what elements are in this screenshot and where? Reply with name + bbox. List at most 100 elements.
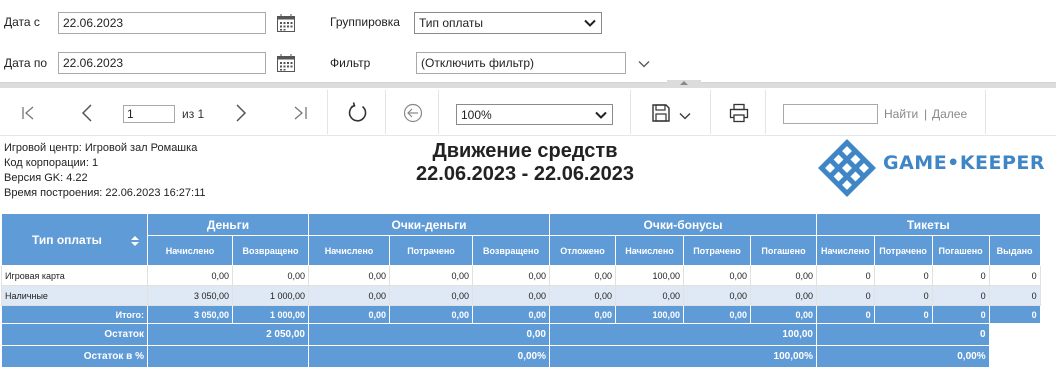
next-page-icon[interactable] bbox=[230, 102, 252, 124]
chevron-down-icon[interactable] bbox=[678, 109, 692, 123]
table-cell: 0,00 bbox=[750, 285, 817, 306]
date-from-input[interactable]: 22.06.2023 bbox=[58, 12, 266, 34]
subheader: Отложено bbox=[549, 235, 616, 266]
total-cell: 100,00 bbox=[615, 305, 684, 324]
subheader: Выдано bbox=[988, 235, 1041, 266]
subheader: Возвращено bbox=[472, 235, 550, 266]
table-cell: 0,00 bbox=[615, 285, 684, 306]
table-cell: 0 bbox=[873, 285, 933, 306]
balance-row: Остаток 2 050,00 0,00 100,00 0 bbox=[1, 323, 1041, 346]
page-number-input[interactable]: 1 bbox=[123, 105, 175, 123]
total-cell: 0 bbox=[988, 305, 1041, 324]
report-toolbar: 1 из 1 100% Найти | Далее bbox=[0, 88, 1056, 136]
prev-page-icon[interactable] bbox=[77, 102, 99, 124]
table-cell: 0 bbox=[816, 265, 875, 286]
game-keeper-logo-icon bbox=[818, 139, 876, 197]
parameters-panel: Дата с 22.06.2023 Дата по 22.06.2023 Гру… bbox=[0, 0, 1056, 83]
toolbar-separator bbox=[385, 90, 386, 134]
total-cell: 0 bbox=[873, 305, 933, 324]
date-to-input[interactable]: 22.06.2023 bbox=[58, 52, 266, 74]
last-page-icon[interactable] bbox=[289, 102, 311, 124]
subheader: Возвращено bbox=[232, 235, 309, 266]
row-name: Игровая карта bbox=[1, 265, 148, 286]
total-cell: 0,00 bbox=[472, 305, 550, 324]
table-cell: 0 bbox=[873, 265, 933, 286]
subheader: Потрачено bbox=[389, 235, 473, 266]
total-cell: 0,00 bbox=[549, 305, 616, 324]
grouping-value: Тип оплаты bbox=[419, 16, 484, 30]
subheader: Начислено bbox=[308, 235, 390, 266]
balance-percent-money bbox=[147, 345, 309, 368]
table-cell: 0,00 bbox=[389, 285, 473, 306]
subheader: Начислено bbox=[615, 235, 684, 266]
report-title: Движение средств bbox=[432, 140, 618, 162]
collapse-tab[interactable] bbox=[667, 80, 701, 88]
total-cell: 1 000,00 bbox=[232, 305, 309, 324]
balance-percent-label: Остаток в % bbox=[1, 345, 148, 368]
balance-tickets: 0 bbox=[816, 323, 990, 346]
table-cell: 0,00 bbox=[472, 265, 550, 286]
table-cell: 0,00 bbox=[147, 265, 233, 286]
table-cell: 0,00 bbox=[549, 285, 616, 306]
find-separator: | bbox=[924, 107, 928, 121]
subheader: Потрачено bbox=[683, 235, 751, 266]
table-cell: 0,00 bbox=[472, 285, 550, 306]
collapse-arrow-icon bbox=[680, 81, 688, 85]
table-cell: 0 bbox=[931, 285, 990, 306]
calendar-icon[interactable] bbox=[276, 53, 296, 73]
subheader: Погашено bbox=[931, 235, 990, 266]
table-cell: 0,00 bbox=[232, 265, 309, 286]
total-cell: 0,00 bbox=[308, 305, 390, 324]
chevron-down-icon bbox=[595, 111, 607, 119]
sort-icon[interactable] bbox=[131, 236, 139, 246]
zoom-value: 100% bbox=[461, 108, 492, 122]
logo-text: GAME•KEEPER bbox=[883, 152, 1046, 174]
balance-points-bonus: 100,00 bbox=[549, 323, 817, 346]
report-date-range: 22.06.2023 - 22.06.2023 bbox=[416, 163, 634, 185]
balance-percent-tickets: 0,00% bbox=[816, 345, 990, 368]
total-cell: 0,00 bbox=[683, 305, 751, 324]
chevron-down-icon bbox=[584, 19, 596, 27]
print-icon[interactable] bbox=[728, 102, 750, 124]
find-input[interactable] bbox=[783, 104, 878, 124]
total-cell: 0,00 bbox=[750, 305, 817, 324]
chevron-down-icon[interactable] bbox=[637, 57, 651, 71]
row-name: Наличные bbox=[1, 285, 148, 306]
back-icon[interactable] bbox=[402, 102, 424, 124]
first-page-icon[interactable] bbox=[18, 102, 40, 124]
toolbar-separator bbox=[327, 90, 328, 134]
blank-cell bbox=[989, 323, 1041, 346]
table-cell: 0,00 bbox=[308, 285, 390, 306]
blank-cell bbox=[989, 345, 1041, 368]
report-table: Тип оплаты Деньги Очки-деньги Очки-бонус… bbox=[1, 213, 1041, 368]
group-header-points-bonus: Очки-бонусы bbox=[549, 213, 817, 236]
group-header-points-money: Очки-деньги bbox=[308, 213, 550, 236]
table-cell: 1 000,00 bbox=[232, 285, 309, 306]
balance-percent-row: Остаток в % 0,00% 100,00% 0,00% bbox=[1, 345, 1041, 368]
table-cell: 100,00 bbox=[615, 265, 684, 286]
grouping-select[interactable]: Тип оплаты bbox=[414, 12, 602, 34]
balance-money: 2 050,00 bbox=[147, 323, 309, 346]
toolbar-separator bbox=[765, 90, 766, 134]
table-cell: 0,00 bbox=[683, 285, 751, 306]
calendar-icon[interactable] bbox=[276, 13, 296, 33]
total-cell: 0,00 bbox=[389, 305, 473, 324]
save-icon[interactable] bbox=[650, 102, 672, 124]
filter-input[interactable]: (Отключить фильтр) bbox=[416, 52, 626, 74]
table-row: Наличные 3 050,00 1 000,00 0,00 0,00 0,0… bbox=[1, 285, 1041, 306]
zoom-select[interactable]: 100% bbox=[456, 104, 613, 125]
column-header-payment-type-label: Тип оплаты bbox=[32, 232, 102, 247]
total-label: Итого: bbox=[1, 305, 148, 324]
total-row: Итого: 3 050,00 1 000,00 0,00 0,00 0,00 … bbox=[1, 305, 1041, 324]
table-cell: 3 050,00 bbox=[147, 285, 233, 306]
total-cell: 0 bbox=[931, 305, 990, 324]
toolbar-separator bbox=[710, 90, 711, 134]
column-header-payment-type[interactable]: Тип оплаты bbox=[1, 213, 148, 266]
refresh-icon[interactable] bbox=[346, 101, 370, 125]
table-cell: 0 bbox=[816, 285, 875, 306]
find-link[interactable]: Найти bbox=[884, 107, 918, 121]
find-next-link[interactable]: Далее bbox=[932, 107, 967, 121]
subheader: Начислено bbox=[147, 235, 233, 266]
total-cell: 0 bbox=[816, 305, 875, 324]
info-game-center: Игровой центр: Игровой зал Ромашка bbox=[4, 142, 198, 154]
